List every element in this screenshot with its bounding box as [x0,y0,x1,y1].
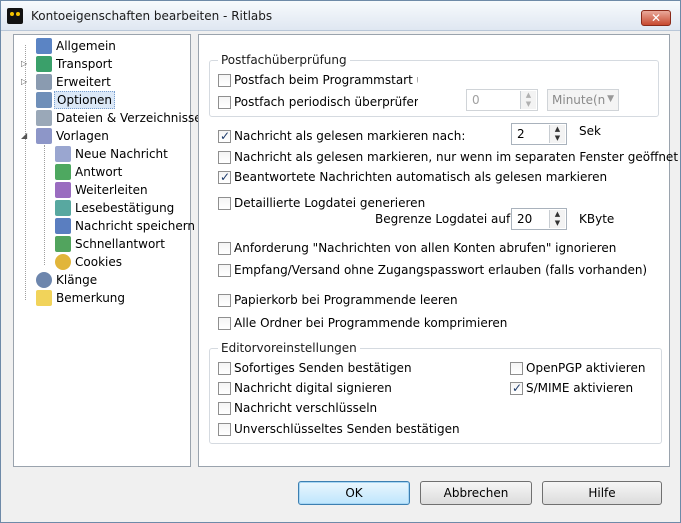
advanced-icon [36,74,52,90]
checkbox-label: Detaillierte Logdatei generieren [234,196,426,210]
spinner-value: 2 [517,127,525,141]
window-title: Kontoeigenschaften bearbeiten - Ritlabs [31,9,273,23]
person-card-icon [36,38,52,54]
checkbox-label: S/MIME aktivieren [526,381,634,395]
tree-item-label: Weiterleiten [75,183,148,197]
checkbox-label: Nachricht digital signieren [234,381,392,395]
checkbox-label: Nachricht als gelesen markieren, nur wen… [234,150,679,164]
dialog-window: Kontoeigenschaften bearbeiten - Ritlabs … [0,0,681,523]
checkbox-label: Nachricht verschlüsseln [234,401,378,415]
expand-icon[interactable]: ▷ [21,77,27,86]
checkbox-label: Beantwortete Nachrichten automatisch als… [234,170,608,184]
checkbox-label: Postfach periodisch überprüfen alle [234,95,418,109]
check-on-start-checkbox[interactable]: Postfach beim Programmstart über [218,73,418,89]
expand-icon[interactable]: ▷ [21,59,27,68]
mark-read-seconds-spinner[interactable]: 2 ▲ ▼ [511,123,567,145]
log-size-spinner[interactable]: 20 ▲ ▼ [511,208,567,230]
tree-item-label: Bemerkung [56,291,126,305]
tree-item-label: Allgemein [56,39,116,53]
title-bar[interactable]: Kontoeigenschaften bearbeiten - Ritlabs … [1,1,680,31]
note-icon [36,290,52,306]
ok-button[interactable]: OK [298,481,410,505]
spinner-arrows-icon[interactable]: ▲ ▼ [549,210,565,228]
tree-item-label: Transport [56,57,113,71]
files-icon [36,110,52,126]
tree-item-label: Neue Nachricht [75,147,168,161]
tree-item-label: Vorlagen [56,129,109,143]
checkbox-box[interactable] [218,264,231,277]
tree-item-label: Klänge [56,273,98,287]
checkbox-box[interactable] [218,294,231,307]
checkbox-label: OpenPGP aktivieren [526,361,646,375]
checkbox-box[interactable] [218,382,231,395]
tree-item-label: Optionen [54,91,116,109]
app-logo-icon [7,8,23,24]
collapse-icon[interactable]: ◢ [21,131,27,140]
checkbox-box[interactable] [510,381,523,396]
checkbox-box[interactable] [218,151,231,164]
checkbox-box[interactable] [218,74,231,87]
check-periodic-checkbox[interactable]: Postfach periodisch überprüfen alle [218,95,418,111]
chevron-down-icon: ▼ [607,94,614,104]
help-button[interactable]: Hilfe [542,481,662,505]
checkbox-label: Unverschlüsseltes Senden bestätigen [234,422,460,436]
tree-item-label: Lesebestätigung [75,201,175,215]
limit-log-label: Begrenze Logdatei auf: [375,212,514,226]
checkbox-box[interactable] [218,402,231,415]
checkbox-label: Postfach beim Programmstart über [234,73,418,87]
cookies-icon [55,254,71,270]
editor-group-title: Editorvoreinstellungen [218,341,360,355]
options-panel: Postfachüberprüfung Postfach beim Progra… [198,34,678,467]
tree-item-label: Erweitert [56,75,111,89]
checkbox-label: Sofortiges Senden bestätigen [234,361,412,375]
cancel-button[interactable]: Abbrechen [420,481,532,505]
tree-item-label: Cookies [75,255,122,269]
checkbox-box[interactable] [510,362,523,375]
checkbox-label: Anforderung "Nachrichten von allen Konte… [234,241,617,255]
save-message-icon [55,218,71,234]
new-message-icon [55,146,71,162]
dropdown-value: Minute(n [552,93,606,107]
tree-item-label: Schnellantwort [75,237,165,251]
checkbox-box[interactable] [218,197,231,210]
interval-unit-dropdown[interactable]: Minute(n ▼ [547,89,619,111]
spinner-value: 20 [517,212,533,226]
forward-icon [55,182,71,198]
settings-tree: Allgemein ▷ Transport ▷ Erweitert Option… [13,34,202,467]
checkbox-box[interactable] [218,423,231,436]
checkbox-label: Empfang/Versand ohne Zugangspasswort erl… [234,263,648,277]
checkbox-box[interactable] [218,317,231,330]
kbyte-unit-label: KByte [579,212,615,226]
spinner-arrows-icon[interactable]: ▲ ▼ [520,91,536,109]
quick-reply-icon [55,236,71,252]
checkbox-box[interactable] [218,170,231,185]
options-icon [36,92,52,108]
checkbox-box[interactable] [218,362,231,375]
reply-icon [55,164,71,180]
spinner-arrows-icon[interactable]: ▲ ▼ [549,125,565,143]
close-button[interactable]: ✕ [641,10,671,26]
seconds-unit-label: Sek [579,124,601,138]
tree-item-label: Nachricht speichern [75,219,196,233]
tree-item-label: Dateien & Verzeichnisse [56,111,202,125]
checkbox-label: Nachricht als gelesen markieren nach: [234,129,466,143]
checkbox-label: Alle Ordner bei Programmende komprimiere… [234,316,508,330]
checkbox-label: Papierkorb bei Programmende leeren [234,293,458,307]
sound-icon [36,272,52,288]
checkbox-box[interactable] [218,96,231,109]
checkbox-box[interactable] [218,242,231,255]
templates-icon [36,128,52,144]
tree-connector [44,145,45,265]
read-receipt-icon [55,200,71,216]
transport-icon [36,56,52,72]
spinner-value: 0 [472,93,480,107]
checkbox-box[interactable] [218,129,231,144]
tree-item-label: Antwort [75,165,123,179]
mailcheck-group-title: Postfachüberprüfung [218,53,350,67]
periodic-interval-spinner[interactable]: 0 ▲ ▼ [466,89,538,111]
